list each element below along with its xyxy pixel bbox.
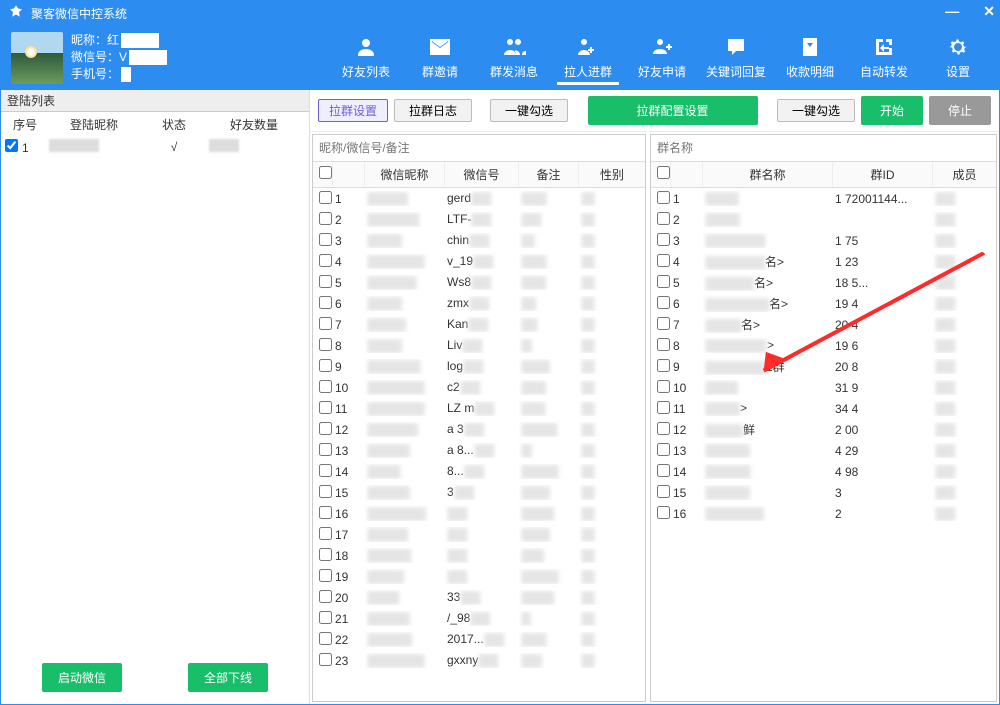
friend-row[interactable]: 15 3 [313,482,645,503]
group-row[interactable]: 1031 9 [651,377,996,398]
check-all-left-button[interactable]: 一键勾选 [490,99,568,122]
friend-row[interactable]: 1gerd [313,188,645,209]
friend-row[interactable]: 21/_98 [313,608,645,629]
group-invite-icon [409,33,471,61]
friend-row[interactable]: 10c2 [313,377,645,398]
group-row[interactable]: 4名>1 23 [651,251,996,272]
friend-row[interactable]: 23gxxny [313,650,645,671]
nav-friend-list[interactable]: 好友列表 [335,31,397,85]
friend-select-all[interactable] [319,166,332,179]
stop-button[interactable]: 停止 [929,96,991,125]
login-row[interactable]: 1√ [1,137,309,157]
friend-row[interactable]: 2LTF- [313,209,645,230]
search-icon [976,140,990,157]
sidebar-header: 序号 登陆昵称 状态 好友数量 [1,112,309,137]
app-title: 聚客微信中控系统 [31,5,127,22]
group-row[interactable]: 11 72001144... [651,188,996,209]
group-row[interactable]: 162 [651,503,996,524]
friend-row[interactable]: 3chin [313,230,645,251]
toolbar: 拉群设置 拉群日志 一键勾选 拉群配置设置 一键勾选 开始 停止 [310,90,999,132]
all-offline-button[interactable]: 全部下线 [188,663,268,692]
nav-friend-apply[interactable]: 好友申请 [631,31,693,85]
group-row[interactable]: 144 98 [651,461,996,482]
group-row[interactable]: 153 [651,482,996,503]
group-row[interactable]: 91群20 8 [651,356,996,377]
group-row[interactable]: 6名>19 4 [651,293,996,314]
friend-row[interactable]: 8Liv [313,335,645,356]
groups-pane: 群名称 群ID 成员 11 72001144...231 754名>1 235名… [650,134,997,702]
friend-row[interactable]: 7Kan [313,314,645,335]
sidebar: 登陆列表 序号 登陆昵称 状态 好友数量 1√ 启动微信 全部下线 [1,90,310,704]
group-row[interactable]: 8>19 6 [651,335,996,356]
user-info: 昵称：红 微信号：V 手机号： [71,32,167,83]
friend-row[interactable]: 6zmx [313,293,645,314]
nav-keyword-reply[interactable]: 关键词回复 [705,31,767,85]
group-row[interactable]: 2 [651,209,996,230]
close-button[interactable]: ✕ [983,3,995,20]
search-icon [625,140,639,157]
group-row[interactable]: 134 29 [651,440,996,461]
friend-row[interactable]: 13a 8... [313,440,645,461]
keyword-reply-icon [705,33,767,61]
friend-row[interactable]: 17 [313,524,645,545]
nav-settings[interactable]: 设置 [927,31,989,85]
minimize-button[interactable]: — [945,3,959,20]
friend-row[interactable]: 14 8... [313,461,645,482]
nav-income[interactable]: 收款明细 [779,31,841,85]
nav-pull-group[interactable]: 拉人进群 [557,31,619,85]
tab-pull-log[interactable]: 拉群日志 [394,99,472,122]
nav-group-send[interactable]: 群发消息 [483,31,545,85]
nav-auto-fwd[interactable]: 自动转发 [853,31,915,85]
group-send-icon [483,33,545,61]
friend-row[interactable]: 16 [313,503,645,524]
header: 昵称：红 微信号：V 手机号： 好友列表群邀请群发消息拉人进群好友申请关键词回复… [1,25,999,90]
group-row[interactable]: 12鲜2 00 [651,419,996,440]
friend-row[interactable]: 4v_19 [313,251,645,272]
friend-row[interactable]: 5Ws8 [313,272,645,293]
group-row[interactable]: 11>34 4 [651,398,996,419]
group-row[interactable]: 7名>20 4 [651,314,996,335]
launch-wechat-button[interactable]: 启动微信 [42,663,122,692]
title-bar: 聚客微信中控系统 — ✕ [1,1,999,25]
friend-row[interactable]: 19 [313,566,645,587]
friend-row[interactable]: 9log [313,356,645,377]
pull-group-icon [557,33,619,61]
sidebar-title: 登陆列表 [1,90,309,112]
tab-pull-settings[interactable]: 拉群设置 [318,99,388,122]
groups-list[interactable]: 11 72001144...231 754名>1 235名>18 5...6名>… [651,188,996,701]
friends-list[interactable]: 1gerd2LTF-3chin4v_195Ws86zmx7Kan8Liv9log… [313,188,645,701]
friend-search-input[interactable] [313,135,645,161]
friend-list-icon [335,33,397,61]
friend-row[interactable]: 222017... [313,629,645,650]
pull-group-config-button[interactable]: 拉群配置设置 [588,96,758,125]
friend-row[interactable]: 2033 [313,587,645,608]
group-row[interactable]: 5名>18 5... [651,272,996,293]
income-icon [779,33,841,61]
group-row[interactable]: 31 75 [651,230,996,251]
nav-group-invite[interactable]: 群邀请 [409,31,471,85]
group-select-all[interactable] [657,166,670,179]
friend-row[interactable]: 18 [313,545,645,566]
auto-fwd-icon [853,33,915,61]
check-all-right-button[interactable]: 一键勾选 [777,99,855,122]
friend-row[interactable]: 11LZ m [313,398,645,419]
user-avatar [11,32,63,84]
start-button[interactable]: 开始 [861,96,923,125]
friend-row[interactable]: 12a 3 [313,419,645,440]
group-search-input[interactable] [651,135,996,161]
app-logo-icon [7,4,25,22]
friend-apply-icon [631,33,693,61]
settings-icon [927,33,989,61]
friends-pane: 微信昵称 微信号 备注 性别 1gerd2LTF-3chin4v_195Ws86… [312,134,646,702]
